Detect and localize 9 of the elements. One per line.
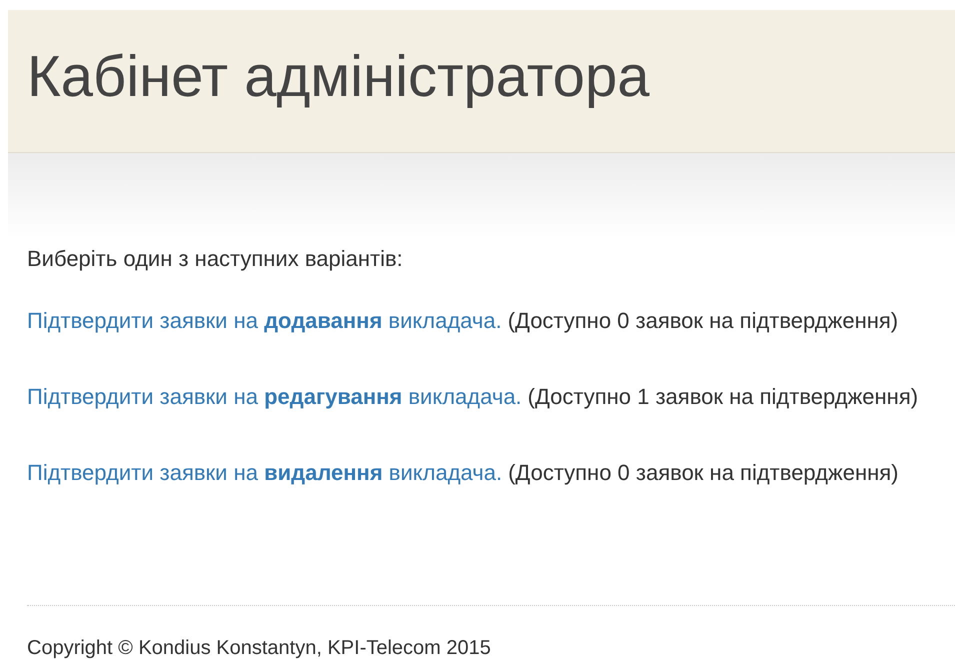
option-link[interactable]: Підтвердити заявки на додавання викладача. [27, 309, 502, 333]
option-link[interactable]: Підтвердити заявки на видалення викладача. [27, 461, 502, 485]
option-link[interactable]: Підтвердити заявки на редагування викладача. [27, 385, 522, 409]
page-title: Кабінет адміністратора [27, 48, 650, 111]
request-count-text: (Доступно 1 заявок на підтвердження) [528, 385, 918, 409]
request-count-text: (Доступно 0 заявок на підтвердження) [508, 461, 898, 485]
copyright-text: Copyright © Kondius Konstantyn, KPI-Telecom 2015 [27, 636, 492, 659]
intro-text: Виберіть один з наступних варіантів: [27, 247, 404, 271]
request-count-text: (Доступно 0 заявок на підтвердження) [508, 309, 898, 333]
